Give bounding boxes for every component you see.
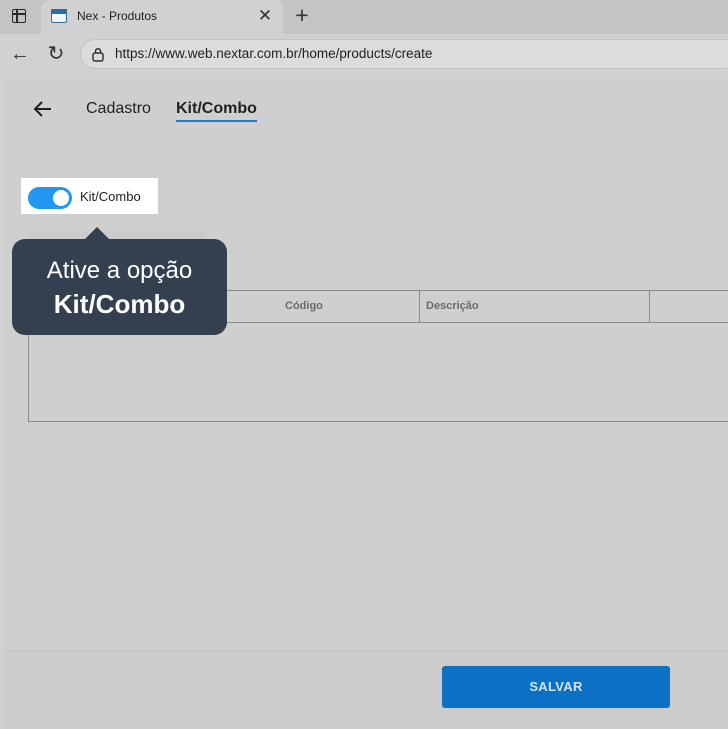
switch-knob <box>53 190 69 206</box>
sidebar-toggle-icon[interactable] <box>12 9 26 23</box>
kit-combo-switch[interactable] <box>28 187 72 209</box>
tab-cadastro[interactable]: Cadastro <box>86 100 151 120</box>
kit-combo-toggle-card[interactable]: Kit/Combo <box>21 178 158 214</box>
tab-kit-combo[interactable]: Kit/Combo <box>176 100 257 122</box>
browser-toolbar: ← ↻ https://www.web.nextar.com.br/home/p… <box>0 34 728 74</box>
reload-icon[interactable]: ↻ <box>44 42 68 66</box>
instruction-tooltip: Ative a opção Kit/Combo <box>12 227 227 335</box>
address-bar[interactable]: https://www.web.nextar.com.br/home/produ… <box>80 39 728 69</box>
tooltip-line-2: Kit/Combo <box>53 289 186 319</box>
tooltip-line-1: Ative a opção <box>46 257 193 284</box>
kit-combo-toggle-label: Kit/Combo <box>80 189 141 204</box>
close-tab-icon[interactable]: ✕ <box>255 6 275 26</box>
page-content: Cadastro Kit/Combo Código Descrição Kit/… <box>4 74 728 729</box>
header-codigo[interactable]: Código <box>279 291 419 322</box>
new-tab-icon[interactable]: + <box>290 4 314 28</box>
tab-title: Nex - Produtos <box>77 9 158 23</box>
store-favicon-icon <box>51 9 67 23</box>
browser-tab-bar: Nex - Produtos ✕ + <box>0 0 728 34</box>
browser-tab[interactable]: Nex - Produtos ✕ <box>41 0 283 34</box>
url-text: https://www.web.nextar.com.br/home/produ… <box>115 46 433 61</box>
back-icon[interactable]: ← <box>8 42 32 66</box>
footer-bar: SALVAR <box>4 650 728 729</box>
back-arrow-icon[interactable] <box>32 98 56 122</box>
header-descricao[interactable]: Descrição <box>420 291 650 322</box>
column-divider <box>649 291 650 322</box>
lock-icon[interactable] <box>91 47 105 62</box>
save-button[interactable]: SALVAR <box>442 666 670 708</box>
